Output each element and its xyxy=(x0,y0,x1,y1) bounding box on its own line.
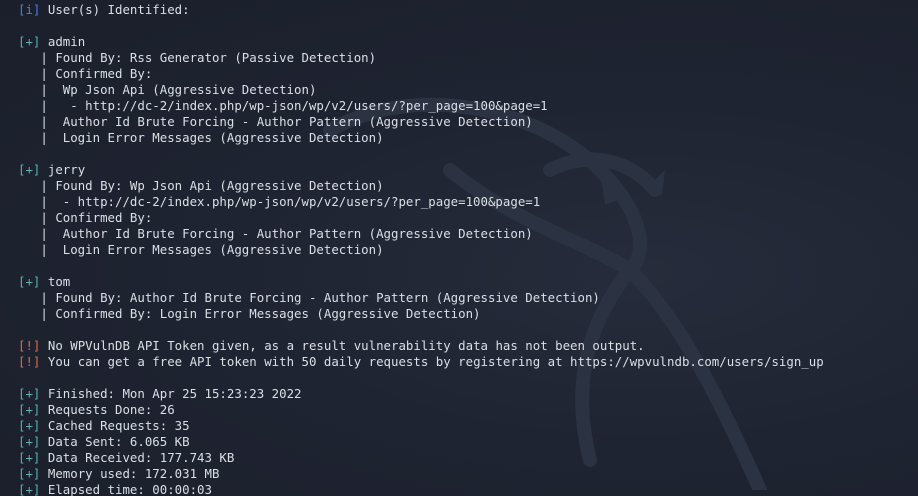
line-text: Author Id Brute Forcing - Author Pattern… xyxy=(62,114,533,129)
terminal-line: | Confirmed By: xyxy=(18,66,152,82)
terminal-line-plus: [+] Cached Requests: 35 xyxy=(18,418,190,434)
tree-indent: | xyxy=(18,130,63,145)
tree-indent: | xyxy=(18,306,56,321)
status-tag-warn: [!] xyxy=(18,338,41,353)
status-tag-plus: [+] xyxy=(18,434,41,449)
terminal-line: | Confirmed By: xyxy=(18,210,152,226)
terminal-line: | Author Id Brute Forcing - Author Patte… xyxy=(18,114,533,130)
kali-dragon-icon xyxy=(323,97,767,490)
line-text: Found By: Author Id Brute Forcing - Auth… xyxy=(55,290,600,305)
tree-indent: | xyxy=(18,194,63,209)
tree-indent: | xyxy=(18,114,63,129)
terminal-line: | Login Error Messages (Aggressive Detec… xyxy=(18,242,384,258)
terminal-line-plus: [+] Elapsed time: 00:00:03 xyxy=(18,482,212,496)
tree-indent: | xyxy=(18,178,56,193)
line-text: admin xyxy=(47,34,86,49)
line-text: Memory used: 172.031 MB xyxy=(47,466,220,481)
line-text: tom xyxy=(47,274,71,289)
line-text: - http://dc-2/index.php/wp-json/wp/v2/us… xyxy=(70,98,548,113)
line-text: jerry xyxy=(47,162,86,177)
tree-indent: | xyxy=(18,82,63,97)
line-text: Wp Json Api (Aggressive Detection) xyxy=(62,82,317,97)
terminal-line-warn: [!] No WPVulnDB API Token given, as a re… xyxy=(18,338,645,354)
terminal-line-plus: [+] Data Received: 177.743 KB xyxy=(18,450,234,466)
line-text: - http://dc-2/index.php/wp-json/wp/v2/us… xyxy=(62,194,541,209)
line-text: Login Error Messages (Aggressive Detecti… xyxy=(62,242,384,257)
status-tag-plus: [+] xyxy=(18,162,41,177)
terminal-line-plus: [+] tom xyxy=(18,274,70,290)
line-text: Login Error Messages (Aggressive Detecti… xyxy=(62,130,384,145)
tree-indent: | xyxy=(18,98,71,113)
tree-indent: | xyxy=(18,242,63,257)
line-text: Elapsed time: 00:00:03 xyxy=(47,482,212,496)
status-tag-plus: [+] xyxy=(18,482,41,496)
line-text: Confirmed By: xyxy=(55,66,153,81)
tree-indent: | xyxy=(18,290,56,305)
status-tag-plus: [+] xyxy=(18,402,41,417)
line-text: Cached Requests: 35 xyxy=(47,418,190,433)
terminal-line-plus: [+] jerry xyxy=(18,162,85,178)
status-tag-plus: [+] xyxy=(18,466,41,481)
terminal-line: | Found By: Rss Generator (Passive Detec… xyxy=(18,50,376,66)
line-text: Data Sent: 6.065 KB xyxy=(47,434,190,449)
line-text: Found By: Rss Generator (Passive Detecti… xyxy=(55,50,377,65)
terminal-line: | Found By: Wp Json Api (Aggressive Dete… xyxy=(18,178,384,194)
status-tag-plus: [+] xyxy=(18,34,41,49)
status-tag-plus: [+] xyxy=(18,386,41,401)
line-text: Found By: Wp Json Api (Aggressive Detect… xyxy=(55,178,384,193)
line-text: Finished: Mon Apr 25 15:23:23 2022 xyxy=(47,386,302,401)
line-text: You can get a free API token with 50 dai… xyxy=(47,354,824,369)
line-text: Data Received: 177.743 KB xyxy=(47,450,235,465)
terminal-line-warn: [!] You can get a free API token with 50… xyxy=(18,354,824,370)
line-text: Requests Done: 26 xyxy=(47,402,175,417)
terminal-line: | Confirmed By: Login Error Messages (Ag… xyxy=(18,306,481,322)
terminal-line: | Author Id Brute Forcing - Author Patte… xyxy=(18,226,533,242)
line-text: Confirmed By: xyxy=(55,210,153,225)
terminal-line-plus: [+] Finished: Mon Apr 25 15:23:23 2022 xyxy=(18,386,302,402)
status-tag-plus: [+] xyxy=(18,274,41,289)
tree-indent: | xyxy=(18,226,63,241)
line-text: No WPVulnDB API Token given, as a result… xyxy=(47,338,645,353)
terminal-line-info: [i] User(s) Identified: xyxy=(18,2,190,18)
tree-indent: | xyxy=(18,50,56,65)
terminal-line-plus: [+] admin xyxy=(18,34,85,50)
line-text: Confirmed By: Login Error Messages (Aggr… xyxy=(55,306,481,321)
status-tag-info: [i] xyxy=(18,2,41,17)
line-text: Author Id Brute Forcing - Author Pattern… xyxy=(62,226,533,241)
line-text: User(s) Identified: xyxy=(47,2,190,17)
terminal-line-plus: [+] Data Sent: 6.065 KB xyxy=(18,434,190,450)
status-tag-plus: [+] xyxy=(18,450,41,465)
status-tag-warn: [!] xyxy=(18,354,41,369)
terminal-line-plus: [+] Memory used: 172.031 MB xyxy=(18,466,219,482)
terminal-window[interactable]: [i] User(s) Identified: [+] admin | Found… xyxy=(0,0,918,496)
terminal-line: | - http://dc-2/index.php/wp-json/wp/v2/… xyxy=(18,194,540,210)
terminal-line-plus: [+] Requests Done: 26 xyxy=(18,402,175,418)
terminal-line: | Wp Json Api (Aggressive Detection) xyxy=(18,82,316,98)
status-tag-plus: [+] xyxy=(18,418,41,433)
terminal-line: | - http://dc-2/index.php/wp-json/wp/v2/… xyxy=(18,98,548,114)
tree-indent: | xyxy=(18,210,56,225)
terminal-line: | Found By: Author Id Brute Forcing - Au… xyxy=(18,290,600,306)
terminal-line: | Login Error Messages (Aggressive Detec… xyxy=(18,130,384,146)
tree-indent: | xyxy=(18,66,56,81)
